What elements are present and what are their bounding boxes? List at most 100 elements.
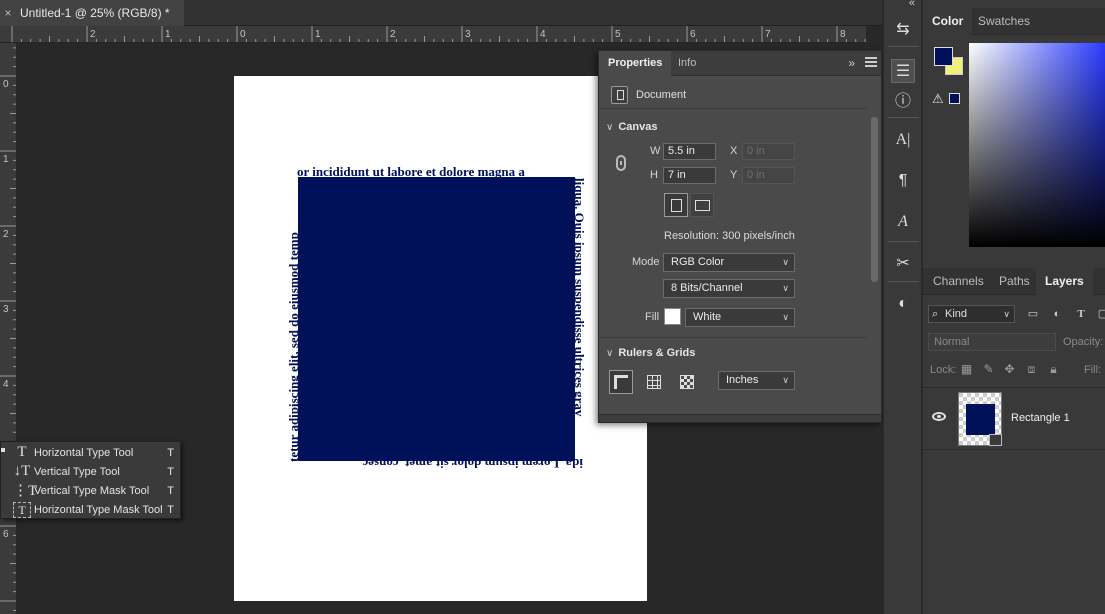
vertical-ruler-ticks: 0123456 [0,47,16,611]
landscape-orientation-button[interactable] [690,193,714,217]
gamut-warning-icon[interactable]: ⚠ [932,91,944,107]
mode-label: Mode [632,256,660,268]
panel-menu-icon[interactable] [865,57,877,67]
shape-filter-icon[interactable]: ▢ [1095,306,1105,322]
portrait-orientation-button[interactable] [664,193,688,217]
vertical-type-tool[interactable]: ↓T Vertical Type Tool T [1,462,180,481]
blend-mode-select[interactable]: Normal [928,333,1056,351]
chevron-down-icon: ∨ [1003,309,1010,319]
properties-scrollbar[interactable] [871,117,878,282]
document-label: Document [636,89,687,101]
layer-filter-select[interactable]: ⌕ Kind ∨ [928,305,1015,323]
horizontal-ruler-ticks: 2 1 0 1 2 3 4 5 6 7 8 [11,26,866,42]
path-text-right[interactable]: liqua. Quis ipsum suspendisse ultrices g… [572,178,587,416]
color-picker-field[interactable] [969,43,1105,247]
paragraph-icon[interactable]: ¶ [891,169,915,193]
selected-tool-indicator [1,448,5,452]
contrast-icon[interactable]: ◐ [891,292,915,316]
brushes-icon[interactable]: ✂ [891,251,915,275]
horizontal-type-mask-icon: T [13,501,31,518]
foreground-color-swatch[interactable] [934,47,953,66]
panel-separator [888,117,919,118]
tab-color[interactable]: Color [923,8,973,35]
ruler-label: 6 [3,529,9,540]
chevron-down-icon: ∨ [782,375,789,385]
pixel-filter-icon[interactable]: ▭ [1025,306,1041,322]
panel-separator [888,241,919,242]
tool-shortcut: T [167,484,174,497]
ruler-label: 1 [315,29,321,40]
character-icon[interactable]: A| [891,128,915,152]
height-label: H [650,169,658,181]
fill-select[interactable]: White ∨ [685,308,795,327]
expand-panels-icon[interactable]: « [909,0,915,9]
link-dimensions-icon[interactable] [616,155,626,171]
tool-label: Horizontal Type Mask Tool [34,503,163,516]
tab-swatches[interactable]: Swatches [969,8,1039,35]
lock-all-icon[interactable]: 🔒︎ [1047,362,1060,376]
collapse-panel-icon[interactable]: » [848,56,855,70]
visibility-eye-icon[interactable] [932,412,946,421]
adjustments-icon[interactable]: ☰ [891,59,915,83]
lock-artboard-icon[interactable]: ⧈ [1025,362,1038,376]
rectangle-shape[interactable] [298,177,575,461]
path-text-left[interactable]: tetur adipiscing elit, sed do eiusmod te… [286,232,301,462]
grid-toggle-button[interactable] [642,370,666,394]
tab-channels[interactable]: Channels [924,268,993,295]
lock-transparent-icon[interactable]: ▦ [960,362,973,376]
x-label: X [730,145,738,157]
lock-position-icon[interactable]: ✥ [1003,362,1016,376]
panel-resize-bar[interactable] [599,414,881,422]
rulers-grids-section-header[interactable]: ∨ Rulers & Grids [606,347,695,359]
bit-depth-select[interactable]: 8 Bits/Channel ∨ [663,279,795,298]
glyphs-icon[interactable]: A [891,210,915,234]
path-text-top[interactable]: or incididunt ut labore et dolore magna … [297,165,525,178]
layer-name[interactable]: Rectangle 1 [1011,412,1070,424]
blend-mode-value: Normal [934,336,970,348]
websafe-color-swatch[interactable] [949,93,960,104]
ruler-label: 4 [3,379,9,390]
tab-paths[interactable]: Paths [990,268,1039,295]
horizontal-type-mask-tool[interactable]: T Horizontal Type Mask Tool T [1,500,180,519]
tab-info[interactable]: Info [669,51,705,76]
ruler-label: 4 [540,29,546,40]
ruler-label: 2 [3,229,9,240]
document-tab-bar: × Untitled-1 @ 25% (RGB/8) * [0,0,882,26]
info-icon[interactable]: ⓘ [891,87,915,111]
path-text-bottom[interactable]: ida. Lorem ipsum dolor sit amet, consec [362,456,583,471]
tab-properties[interactable]: Properties [599,51,672,76]
height-field[interactable]: 7 in [663,167,716,184]
document-tab[interactable]: × Untitled-1 @ 25% (RGB/8) * [0,0,184,26]
tool-shortcut: T [167,446,174,459]
ruler-label: 3 [465,29,471,40]
mode-select[interactable]: RGB Color ∨ [663,253,795,272]
type-filter-icon[interactable]: T [1073,306,1089,322]
lock-image-icon[interactable]: ✎ [982,362,995,376]
ruler-units-select[interactable]: Inches ∨ [718,371,795,390]
right-panel-dock: Color Swatches ⚠ Channels Paths Layers ⌕… [923,0,1105,614]
fill-color-swatch[interactable] [664,308,681,325]
horizontal-ruler[interactable]: 2 1 0 1 2 3 4 5 6 7 8 [0,26,866,43]
layer-row[interactable]: Rectangle 1 [923,387,1105,450]
vertical-type-mask-tool[interactable]: ⋮T Vertical Type Mask Tool T [1,481,180,500]
chevron-down-icon: ∨ [782,257,789,267]
y-field[interactable]: 0 in [742,167,795,184]
width-field[interactable]: 5.5 in [663,143,716,160]
tab-layers[interactable]: Layers [1036,268,1093,295]
adjustment-filter-icon[interactable]: ◐ [1049,306,1065,322]
rulers-toggle-button[interactable] [609,370,633,394]
fill-value: White [693,311,722,323]
horizontal-type-icon: T [17,444,27,460]
close-tab-icon[interactable]: × [1,6,15,20]
shape-layer-badge-icon [989,434,1002,446]
canvas-section-header[interactable]: ∨ Canvas [606,121,657,133]
x-field[interactable]: 0 in [742,143,795,160]
horizontal-type-tool[interactable]: T Horizontal Type Tool T [1,443,180,462]
transparency-grid-button[interactable] [675,370,699,394]
vertical-ruler[interactable]: 0123456 [0,43,17,614]
tool-label: Vertical Type Mask Tool [34,484,150,497]
ruler-label: 8 [840,29,846,40]
document-icon [611,86,628,104]
history-icon[interactable]: ⇆ [891,17,915,41]
opacity-label: Opacity: [1063,336,1104,348]
